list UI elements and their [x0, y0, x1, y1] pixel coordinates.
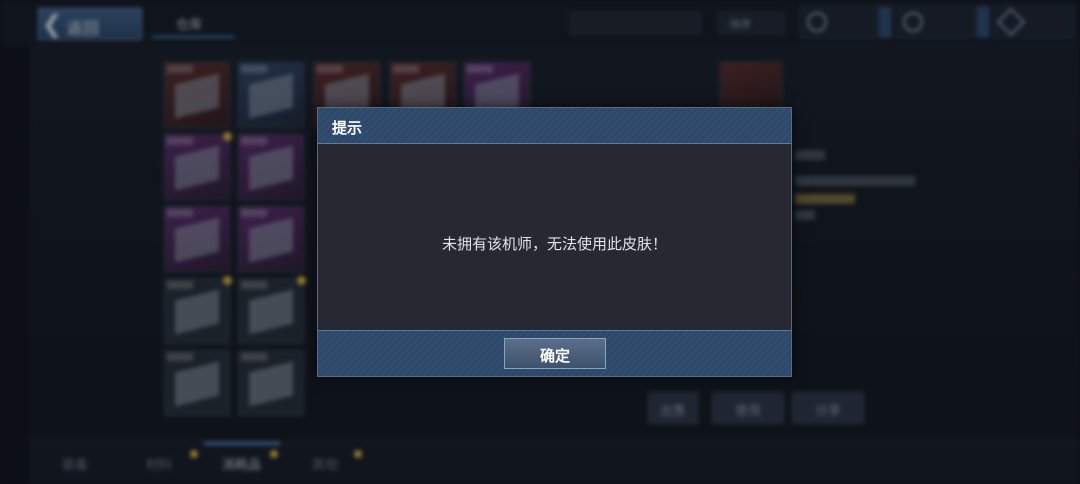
dialog-body: 未拥有该机师，无法使用此皮肤！ [318, 144, 791, 330]
notice-dialog: 提示 未拥有该机师，无法使用此皮肤！ 确定 [317, 107, 792, 377]
confirm-button[interactable]: 确定 [504, 338, 606, 369]
dialog-title: 提示 [332, 119, 363, 137]
dialog-header: 提示 [318, 108, 791, 144]
dialog-footer: 确定 [318, 330, 791, 376]
confirm-button-label: 确定 [539, 347, 570, 365]
dialog-message: 未拥有该机师，无法使用此皮肤！ [441, 235, 667, 253]
